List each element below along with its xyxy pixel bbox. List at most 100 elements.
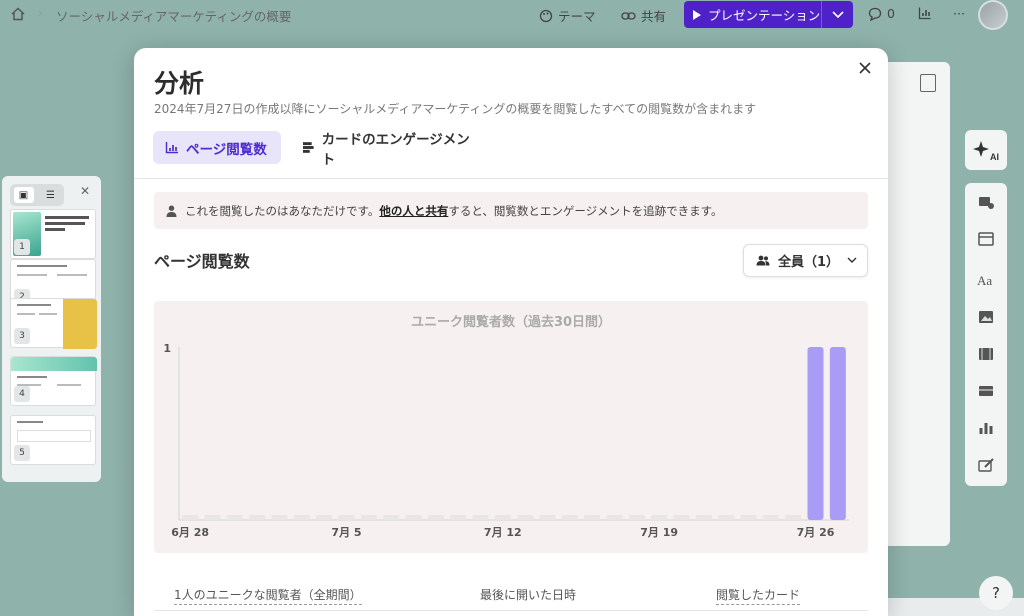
view-toggle: ▣ ☰: [10, 184, 64, 206]
bar: [829, 347, 846, 520]
x-tick-label: 7月 12: [484, 526, 522, 539]
bar: [628, 515, 645, 520]
slide-number: 4: [14, 386, 30, 402]
bar: [271, 515, 288, 520]
more-button[interactable]: ···: [953, 6, 965, 21]
filter-label: 全員（1）: [778, 255, 840, 270]
banner-text: これを閲覧したのはあなただけです。: [185, 203, 380, 218]
notes-icon[interactable]: [920, 74, 936, 92]
card-list-icon: [302, 142, 314, 153]
theme-button[interactable]: テーマ: [539, 6, 596, 25]
layout-icon[interactable]: [977, 230, 995, 248]
bar: [539, 515, 556, 520]
avatar[interactable]: [978, 0, 1008, 30]
list-view-icon[interactable]: ☰: [41, 187, 61, 203]
bar: [450, 515, 467, 520]
bar: [561, 515, 578, 520]
home-icon[interactable]: [10, 6, 26, 22]
analytics-modal: 分析 2024年7月27日の作成以降にソーシャルメディアマーケティングの概要を閲…: [134, 48, 888, 616]
embed-icon[interactable]: [977, 382, 995, 400]
bar: [316, 515, 333, 520]
bar: [695, 515, 712, 520]
tools-sidebar: Aa: [965, 183, 1007, 486]
tab-page-views[interactable]: ページ閲覧数: [153, 131, 281, 164]
image-icon[interactable]: [977, 308, 995, 326]
grid-view-icon[interactable]: ▣: [13, 187, 34, 203]
chevron-right-icon: ›: [38, 6, 43, 20]
bar: [762, 515, 779, 520]
bar: [204, 515, 221, 520]
svg-text:AI: AI: [990, 152, 999, 161]
bar: [383, 515, 400, 520]
bar-chart-icon: [165, 142, 178, 154]
bar-chart-icon: [918, 7, 931, 20]
bar: [338, 515, 355, 520]
palette-icon: [539, 9, 553, 22]
tab-label: カードのエンゲージメント: [321, 131, 470, 168]
bar: [494, 515, 511, 520]
text-icon[interactable]: Aa: [977, 271, 995, 289]
y-tick-label: 1: [163, 342, 171, 355]
more-icon: ···: [953, 6, 965, 21]
close-button[interactable]: [855, 58, 875, 78]
tab-label: ページ閲覧数: [186, 141, 267, 158]
viewer-filter-dropdown[interactable]: 全員（1）: [743, 244, 868, 277]
bar: [584, 515, 601, 520]
x-tick-label: 7月 5: [331, 526, 361, 539]
slide-thumbnail[interactable]: 3: [10, 298, 97, 349]
slide-number: 3: [14, 328, 30, 344]
slide-thumbnail[interactable]: 4: [10, 356, 97, 406]
banner-text: すると、閲覧数とエンゲージメントを追跡できます。: [448, 203, 723, 218]
share-button[interactable]: 共有: [621, 6, 666, 25]
unique-viewers-header[interactable]: 1人のユニークな閲覧者（全期間）: [174, 586, 362, 605]
comment-icon: [868, 7, 882, 21]
chevron-down-icon: [831, 10, 844, 18]
info-banner: これを閲覧したのはあなただけです。他の人と共有すると、閲覧数とエンゲージメントを…: [154, 192, 868, 229]
cards-viewed-header[interactable]: 閲覧したカード: [716, 586, 801, 605]
breadcrumb[interactable]: ソーシャルメディアマーケティングの概要: [56, 6, 291, 25]
sparkle-icon: AI: [973, 141, 999, 161]
present-dropdown[interactable]: [822, 10, 853, 19]
theme-label: テーマ: [558, 9, 596, 24]
present-button[interactable]: プレゼンテーション: [684, 1, 853, 28]
slide-number: 1: [14, 239, 30, 255]
bar: [360, 515, 377, 520]
bar: [673, 515, 690, 520]
modal-subtitle: 2024年7月27日の作成以降にソーシャルメディアマーケティングの概要を閲覧した…: [154, 102, 757, 116]
last-opened-header: 最後に開いた日時: [480, 588, 577, 602]
modal-title: 分析: [154, 69, 205, 98]
draw-icon[interactable]: [977, 456, 995, 474]
add-card-icon[interactable]: [977, 193, 995, 211]
share-link[interactable]: 他の人と共有: [379, 204, 448, 218]
bar: [226, 515, 243, 520]
help-icon: ?: [992, 584, 1000, 602]
top-bar: › ソーシャルメディアマーケティングの概要 テーマ 共有 プレゼンテーション 0…: [0, 0, 1024, 30]
link-icon: [621, 11, 636, 20]
ai-button[interactable]: AI: [965, 130, 1007, 170]
slide-thumbnail[interactable]: 1: [10, 209, 96, 259]
chart-canvas: ユニーク閲覧者数（過去30日間） 1 6月 28 7月 5 7月 12 7月 19 7月 2…: [163, 314, 849, 539]
play-icon: [693, 9, 701, 20]
close-icon[interactable]: ✕: [80, 184, 90, 198]
video-icon[interactable]: [977, 345, 995, 363]
divider: [134, 178, 888, 179]
chart-icon[interactable]: [977, 419, 995, 437]
bar: [807, 347, 824, 520]
present-main[interactable]: プレゼンテーション: [684, 1, 822, 28]
analytics-button[interactable]: [918, 6, 932, 20]
chart-title: ユニーク閲覧者数（過去30日間）: [411, 314, 611, 330]
bar: [517, 515, 534, 520]
help-button[interactable]: ?: [979, 576, 1013, 610]
bar: [740, 515, 757, 520]
slide-thumbnail[interactable]: 5: [10, 415, 96, 465]
bar: [293, 515, 310, 520]
close-icon: [859, 62, 871, 74]
divider: [154, 610, 868, 611]
share-label: 共有: [641, 9, 667, 24]
people-icon: [756, 255, 770, 266]
bar: [427, 515, 444, 520]
bar: [249, 515, 266, 520]
x-tick-label: 7月 19: [640, 526, 678, 539]
tab-card-engagement[interactable]: カードのエンゲージメント: [290, 131, 490, 168]
comments-button[interactable]: 0: [868, 6, 895, 21]
